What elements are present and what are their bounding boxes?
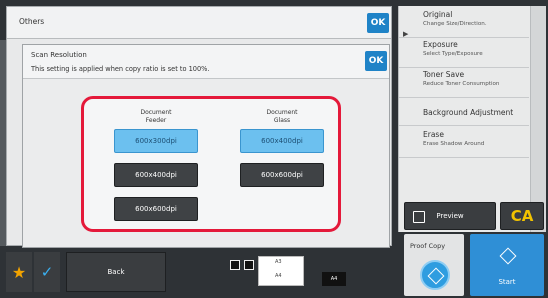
sidebar-item-subtitle: Change Size/Direction. (423, 21, 487, 27)
feeder-600x400-button[interactable]: 600x400dpi (114, 163, 198, 187)
sidebar-item-subtitle: Erase Shadow Around (423, 141, 485, 147)
tray-indicator: A3 A4 (258, 256, 304, 286)
tray-label: A4 (275, 273, 282, 279)
back-button[interactable]: Back (66, 252, 166, 292)
diamond-icon (499, 247, 517, 265)
sidebar-item-title: Exposure (423, 40, 458, 49)
label-line: Document (266, 109, 298, 116)
start-label: Start (498, 278, 516, 286)
resolution-options-box: Document Feeder Document Glass 600x300dp… (81, 96, 341, 232)
proof-copy-label: Proof Copy (410, 242, 446, 250)
dialog-description: This setting is applied when copy ratio … (31, 65, 210, 73)
document-feeder-label: Document Feeder (114, 109, 198, 125)
label-line: Document (140, 109, 172, 116)
label-line: Feeder (145, 117, 167, 124)
function-sidebar: ▶ Original Change Size/Direction. Exposu… (398, 6, 546, 232)
sidebar-scrollbar[interactable] (530, 6, 546, 232)
scan-resolution-header: Scan Resolution This setting is applied … (23, 45, 389, 79)
feeder-600x300-button[interactable]: 600x300dpi (114, 129, 198, 153)
scan-resolution-dialog: Scan Resolution This setting is applied … (22, 44, 390, 248)
clear-all-button[interactable]: CA (500, 202, 544, 230)
sidebar-item-subtitle: Reduce Toner Consumption (423, 81, 500, 87)
check-icon[interactable]: ✓ (34, 252, 60, 292)
copy-status-area: A3 A4 A4 (226, 252, 354, 292)
sidebar-item-title: Background Adjustment (423, 108, 514, 117)
sidebar-item-title: Toner Save (423, 70, 465, 79)
paper-size-badge: A4 (322, 272, 346, 286)
proof-copy-button[interactable] (420, 260, 450, 290)
glass-600x400-button[interactable]: 600x400dpi (240, 129, 324, 153)
status-icon (244, 260, 254, 270)
label-line: Glass (273, 117, 291, 124)
proof-copy-panel: Proof Copy (404, 234, 464, 296)
start-button[interactable]: Start (470, 234, 544, 296)
glass-600x600-button[interactable]: 600x600dpi (240, 163, 324, 187)
dialog-title: Scan Resolution (31, 51, 87, 59)
sidebar-item-toner-save[interactable]: Toner Save Reduce Toner Consumption (399, 70, 529, 98)
sidebar-item-exposure[interactable]: Exposure Select Type/Exposure (399, 40, 529, 68)
tray-label: A3 (275, 259, 282, 265)
sidebar-item-title: Original (423, 10, 453, 19)
copy-screen: ▶ Original Change Size/Direction. Exposu… (0, 0, 548, 298)
feeder-600x600-button[interactable]: 600x600dpi (114, 197, 198, 221)
sidebar-item-subtitle: Select Type/Exposure (423, 51, 483, 57)
others-ok-button[interactable]: OK (367, 13, 389, 33)
sidebar-item-erase[interactable]: Erase Erase Shadow Around (399, 130, 529, 158)
sidebar-item-background-adjustment[interactable]: Background Adjustment (399, 102, 529, 126)
preview-button[interactable]: ▣ Preview (404, 202, 496, 230)
status-icon (230, 260, 240, 270)
scan-resolution-ok-button[interactable]: OK (365, 51, 387, 71)
others-dialog-title: Others (19, 17, 45, 26)
sidebar-item-original[interactable]: Original Change Size/Direction. (399, 10, 529, 38)
preview-icon: ▣ (413, 211, 425, 223)
preview-label: Preview (436, 212, 464, 220)
document-glass-label: Document Glass (240, 109, 324, 125)
others-dialog-header: Others (7, 7, 391, 39)
star-icon[interactable]: ★ (6, 252, 32, 292)
sidebar-item-title: Erase (423, 130, 444, 139)
